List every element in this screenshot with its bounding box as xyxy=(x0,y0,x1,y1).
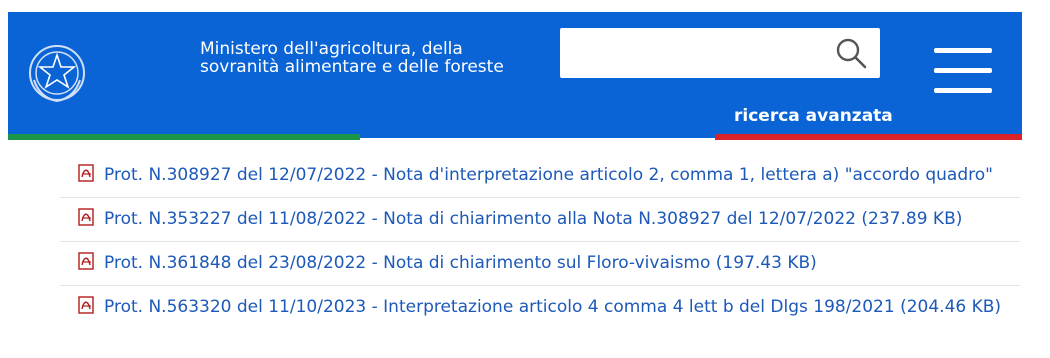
ministry-title[interactable]: Ministero dell'agricoltura, della sovran… xyxy=(200,40,540,76)
document-link[interactable]: Prot. N.361848 del 23/08/2022 - Nota di … xyxy=(104,253,817,273)
advanced-search-link[interactable]: ricerca avanzata xyxy=(734,106,893,126)
list-item: Prot. N.353227 del 11/08/2022 - Nota di … xyxy=(60,198,1020,242)
menu-icon[interactable] xyxy=(934,48,992,94)
list-item: Prot. N.563320 del 11/10/2023 - Interpre… xyxy=(60,286,1020,329)
pdf-icon xyxy=(78,164,96,182)
pdf-icon xyxy=(78,208,96,226)
flag-bar-green xyxy=(8,134,360,140)
flag-bar-red xyxy=(715,134,1022,140)
search-input[interactable] xyxy=(560,28,880,78)
document-link[interactable]: Prot. N.308927 del 12/07/2022 - Nota d'i… xyxy=(104,165,993,185)
italian-republic-emblem-icon[interactable] xyxy=(26,40,88,106)
pdf-icon xyxy=(78,296,96,314)
pdf-icon xyxy=(78,252,96,270)
list-item: Prot. N.361848 del 23/08/2022 - Nota di … xyxy=(60,242,1020,286)
document-link[interactable]: Prot. N.563320 del 11/10/2023 - Interpre… xyxy=(104,297,1001,317)
list-item: Prot. N.308927 del 12/07/2022 - Nota d'i… xyxy=(60,154,1020,198)
document-list: Prot. N.308927 del 12/07/2022 - Nota d'i… xyxy=(60,154,1020,329)
document-link[interactable]: Prot. N.353227 del 11/08/2022 - Nota di … xyxy=(104,209,962,229)
search-icon[interactable] xyxy=(834,36,868,70)
site-header: Ministero dell'agricoltura, della sovran… xyxy=(8,12,1022,138)
